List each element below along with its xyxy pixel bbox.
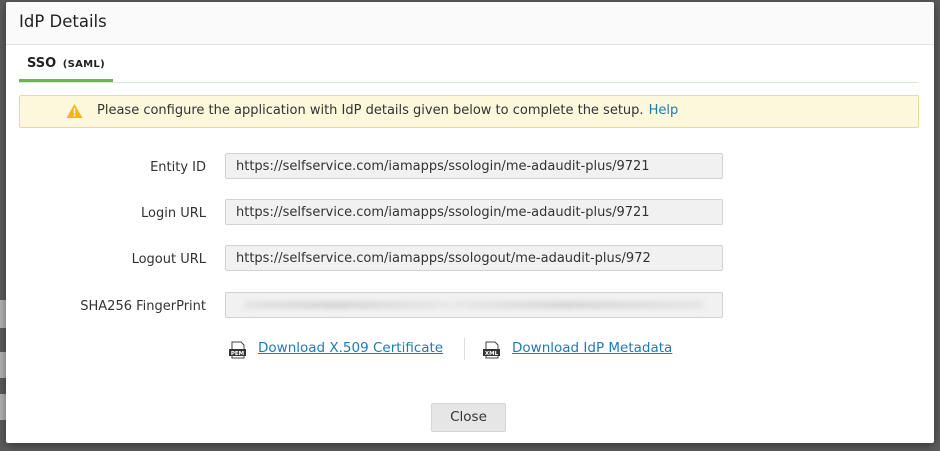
close-button[interactable]: Close bbox=[431, 403, 506, 432]
tab-sublabel: (SAML) bbox=[62, 59, 105, 70]
xml-icon-text: XML bbox=[485, 351, 499, 357]
setup-alert: Please configure the application with Id… bbox=[19, 95, 919, 128]
tab-bar: SSO (SAML) bbox=[19, 50, 918, 83]
tab-label: SSO bbox=[27, 56, 57, 71]
pem-icon-text: PEM bbox=[231, 351, 244, 357]
redacted-fingerprint bbox=[244, 301, 704, 309]
entity-id-label: Entity ID bbox=[150, 160, 206, 175]
login-url-field[interactable] bbox=[225, 199, 723, 225]
alert-message-text: Please configure the application with Id… bbox=[97, 103, 644, 118]
alert-message: Please configure the application with Id… bbox=[97, 103, 678, 118]
pem-file-icon: PEM bbox=[229, 341, 246, 359]
logout-url-field[interactable] bbox=[225, 245, 723, 271]
dialog-header: IdP Details bbox=[6, 2, 934, 45]
login-url-label: Login URL bbox=[141, 206, 206, 221]
fingerprint-label: SHA256 FingerPrint bbox=[80, 299, 206, 314]
dialog-title: IdP Details bbox=[19, 12, 107, 31]
idp-details-dialog: IdP Details SSO (SAML) Please configure … bbox=[6, 2, 934, 443]
warning-icon bbox=[66, 104, 83, 118]
download-certificate-link[interactable]: Download X.509 Certificate bbox=[258, 340, 443, 356]
download-divider bbox=[464, 338, 465, 360]
entity-id-field[interactable] bbox=[225, 153, 723, 179]
logout-url-label: Logout URL bbox=[131, 252, 206, 267]
tab-sso-saml[interactable]: SSO (SAML) bbox=[19, 50, 113, 82]
xml-file-icon: XML bbox=[483, 341, 500, 359]
download-metadata-link[interactable]: Download IdP Metadata bbox=[512, 340, 672, 356]
fingerprint-field[interactable] bbox=[225, 292, 723, 318]
help-link[interactable]: Help bbox=[649, 103, 679, 118]
